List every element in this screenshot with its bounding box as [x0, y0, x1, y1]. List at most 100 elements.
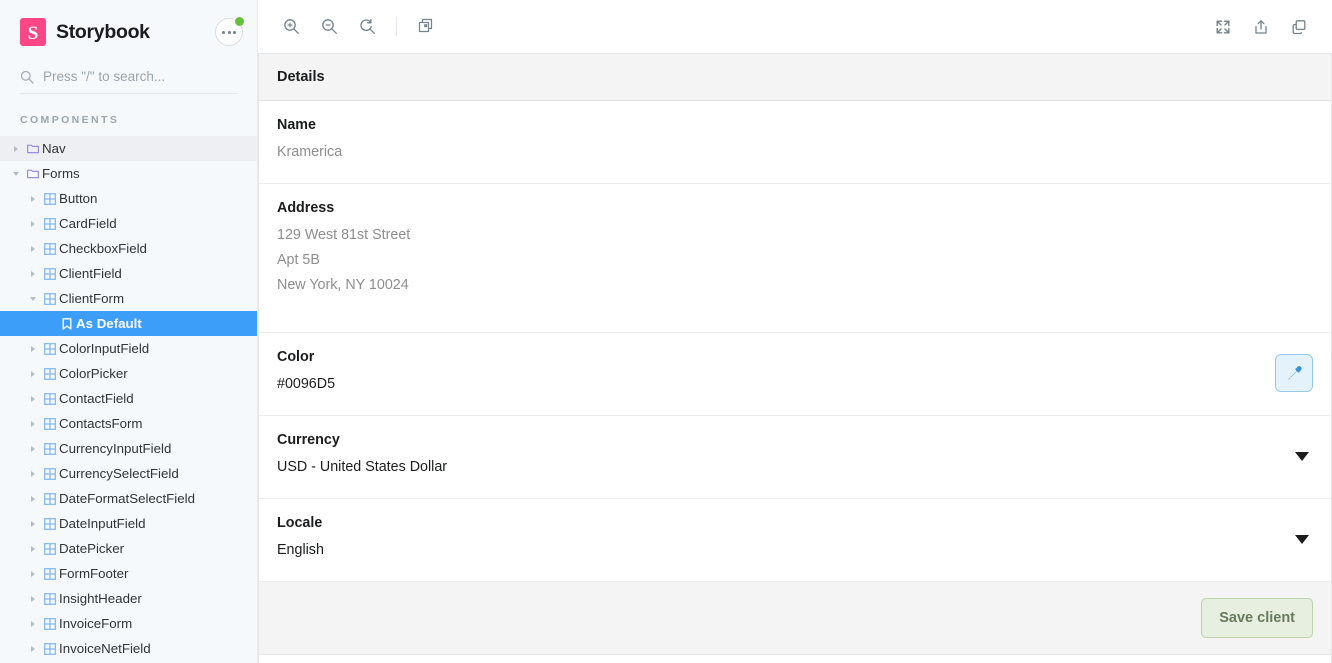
field-main: Name Kramerica	[277, 117, 1313, 165]
chevron-right-icon[interactable]	[14, 145, 18, 152]
sidebar-item-checkboxfield[interactable]: CheckboxField	[0, 236, 257, 261]
sidebar-item-forms[interactable]: Forms	[0, 161, 257, 186]
component-icon	[41, 617, 59, 630]
sidebar-item-invoiceform[interactable]: InvoiceForm	[0, 611, 257, 636]
chevron-right-icon[interactable]	[31, 345, 35, 352]
component-icon	[41, 467, 59, 480]
preview-stage: Details Name Kramerica Address 129 West 81s…	[258, 54, 1332, 663]
chevron-right-icon[interactable]	[31, 420, 35, 427]
sidebar-item-invoicenetfield[interactable]: InvoiceNetField	[0, 636, 257, 661]
field-value: Kramerica	[277, 144, 343, 160]
tree-toggle	[25, 570, 41, 577]
sidebar-item-datepicker[interactable]: DatePicker	[0, 536, 257, 561]
tree-toggle	[25, 296, 41, 301]
field-row-color[interactable]: Color #0096D5	[259, 333, 1331, 416]
dropdown-caret-icon[interactable]	[1295, 534, 1309, 544]
sidebar-item-dateformatselectfield[interactable]: DateFormatSelectField	[0, 486, 257, 511]
sidebar-menu-button[interactable]	[215, 16, 245, 46]
chevron-right-icon[interactable]	[31, 620, 35, 627]
story-canvas: Details Name Kramerica Address 129 West 81s…	[258, 54, 1332, 663]
component-icon	[41, 367, 59, 380]
field-row-currency[interactable]: Currency USD - United States Dollar	[259, 416, 1331, 499]
chevron-right-icon[interactable]	[31, 595, 35, 602]
sidebar-item-currencyinputfield[interactable]: CurrencyInputField	[0, 436, 257, 461]
chevron-right-icon[interactable]	[31, 570, 35, 577]
sidebar-item-contactsform[interactable]: ContactsForm	[0, 411, 257, 436]
component-tree[interactable]: COMPONENTS Nav Forms Button CardField Checkb…	[0, 94, 257, 663]
field-main: Address 129 West 81st Street Apt 5B New Y…	[277, 200, 1313, 298]
copy-canvas-link-icon[interactable]	[1285, 13, 1313, 41]
component-icon	[41, 642, 59, 655]
zoom-in-icon[interactable]	[277, 13, 305, 41]
chevron-right-icon[interactable]	[31, 645, 35, 652]
sidebar-item-label: DateFormatSelectField	[59, 491, 195, 506]
chevron-right-icon[interactable]	[31, 395, 35, 402]
tree-toggle	[25, 195, 41, 202]
sidebar-item-currencyselectfield[interactable]: CurrencySelectField	[0, 461, 257, 486]
color-eyedropper-button[interactable]	[1275, 354, 1313, 392]
save-client-button[interactable]: Save client	[1201, 598, 1313, 638]
component-icon	[41, 592, 59, 605]
grid-background-icon[interactable]	[412, 13, 440, 41]
tree-toggle	[25, 245, 41, 252]
sidebar-item-colorinputfield[interactable]: ColorInputField	[0, 336, 257, 361]
storybook-app: S Storybook Press "/" to search... COMPO…	[0, 0, 1332, 663]
field-label: Address	[277, 200, 335, 216]
chevron-right-icon[interactable]	[31, 545, 35, 552]
sidebar-item-clientfield[interactable]: ClientField	[0, 261, 257, 286]
sidebar-item-dateinputfield[interactable]: DateInputField	[0, 511, 257, 536]
search-input[interactable]: Press "/" to search...	[20, 64, 237, 94]
chevron-right-icon[interactable]	[31, 270, 35, 277]
chevron-right-icon[interactable]	[31, 470, 35, 477]
zoom-reset-icon[interactable]	[353, 13, 381, 41]
tree-toggle	[25, 345, 41, 352]
tree-toggle	[25, 470, 41, 477]
sidebar-item-label: Forms	[42, 166, 80, 181]
sidebar-item-label: FormFooter	[59, 566, 129, 581]
chevron-down-icon[interactable]	[13, 171, 19, 176]
field-row-locale[interactable]: Locale English	[259, 499, 1331, 582]
chevron-right-icon[interactable]	[31, 195, 35, 202]
tree-toggle	[25, 395, 41, 402]
search-icon	[20, 70, 34, 84]
sidebar-item-insightheader[interactable]: InsightHeader	[0, 586, 257, 611]
chevron-right-icon[interactable]	[31, 370, 35, 377]
tree-toggle	[25, 420, 41, 427]
component-icon	[41, 542, 59, 555]
sidebar-item-colorpicker[interactable]: ColorPicker	[0, 361, 257, 386]
canvas-actions	[1204, 13, 1318, 41]
tree-toggle	[25, 220, 41, 227]
chevron-down-icon[interactable]	[30, 296, 36, 301]
sidebar-item-cardfield[interactable]: CardField	[0, 211, 257, 236]
sidebar-item-button[interactable]: Button	[0, 186, 257, 211]
chevron-right-icon[interactable]	[31, 445, 35, 452]
sidebar-item-formfooter[interactable]: FormFooter	[0, 561, 257, 586]
sidebar-item-label: ContactField	[59, 391, 134, 406]
tree-toggle	[25, 545, 41, 552]
chevron-right-icon[interactable]	[31, 220, 35, 227]
sidebar-item-label: As Default	[76, 316, 142, 331]
sidebar-item-label: InvoiceForm	[59, 616, 133, 631]
sidebar-item-as-default[interactable]: As Default	[0, 311, 257, 336]
chevron-right-icon[interactable]	[31, 520, 35, 527]
zoom-out-icon[interactable]	[315, 13, 343, 41]
sidebar-item-label: ClientField	[59, 266, 122, 281]
component-icon	[41, 392, 59, 405]
field-value: #0096D5	[277, 376, 336, 392]
fullscreen-icon[interactable]	[1209, 13, 1237, 41]
chevron-right-icon[interactable]	[31, 495, 35, 502]
dropdown-caret-icon[interactable]	[1295, 451, 1309, 461]
field-label: Currency	[277, 432, 340, 448]
sidebar-item-label: CurrencySelectField	[59, 466, 179, 481]
sidebar-item-label: CurrencyInputField	[59, 441, 172, 456]
open-in-new-tab-icon[interactable]	[1247, 13, 1275, 41]
sidebar-item-nav[interactable]: Nav	[0, 136, 257, 161]
sidebar-item-clientform[interactable]: ClientForm	[0, 286, 257, 311]
component-icon	[41, 242, 59, 255]
chevron-right-icon[interactable]	[31, 245, 35, 252]
tree-section-title: COMPONENTS	[20, 114, 120, 126]
tree-toggle	[25, 595, 41, 602]
sidebar-item-contactfield[interactable]: ContactField	[0, 386, 257, 411]
canvas-toolbar	[258, 0, 1332, 54]
field-row-name: Name Kramerica	[259, 101, 1331, 184]
